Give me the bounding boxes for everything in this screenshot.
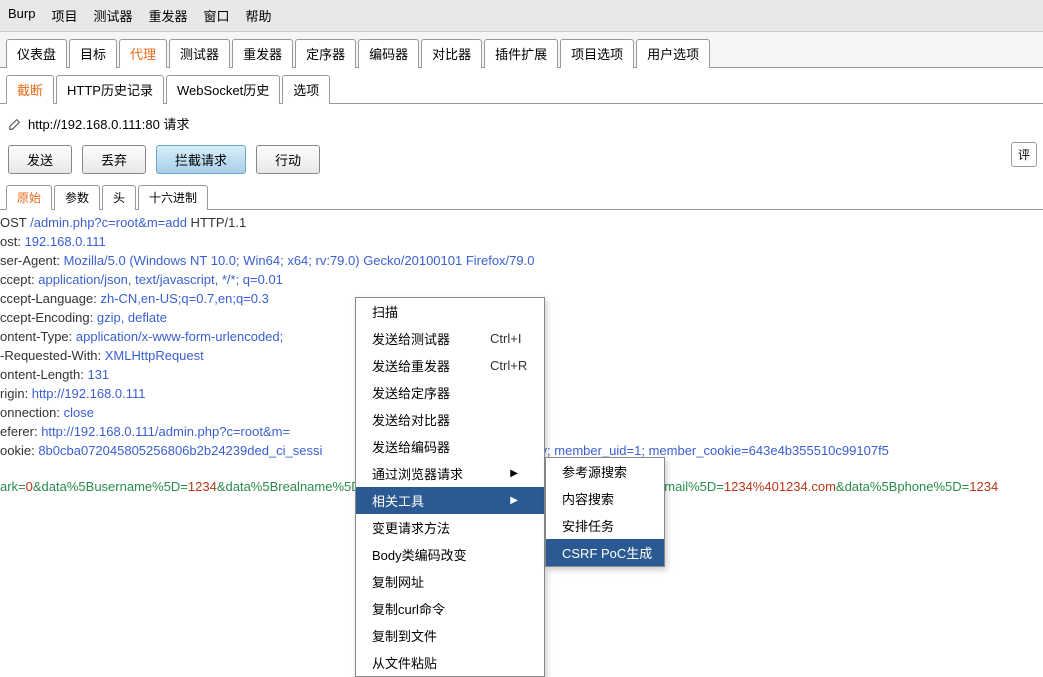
tab-repeater[interactable]: 重发器	[232, 39, 293, 68]
context-menu-item-3[interactable]: 发送给定序器	[356, 379, 544, 406]
tab-target[interactable]: 目标	[69, 39, 117, 68]
context-menu-item-7[interactable]: 相关工具▶	[356, 487, 544, 514]
context-menu-item-0[interactable]: 扫描	[356, 298, 544, 325]
forward-button[interactable]: 发送	[8, 145, 72, 174]
context-menu-item-5[interactable]: 发送给编码器	[356, 433, 544, 460]
context-menu-item-2[interactable]: 发送给重发器Ctrl+R	[356, 352, 544, 379]
viewtab-headers[interactable]: 头	[102, 185, 136, 210]
menu-intruder[interactable]: 测试器	[89, 4, 136, 27]
edit-icon[interactable]	[8, 117, 22, 131]
subtab-ws-history[interactable]: WebSocket历史	[166, 75, 280, 104]
view-tabs: 原始 参数 头 十六进制	[0, 184, 1043, 210]
context-menu-item-4[interactable]: 发送给对比器	[356, 406, 544, 433]
request-url: http://192.168.0.111:80 请求	[28, 114, 189, 133]
tab-project-options[interactable]: 项目选项	[560, 39, 634, 68]
context-menu-item-6[interactable]: 通过浏览器请求▶	[356, 460, 544, 487]
tab-user-options[interactable]: 用户选项	[636, 39, 710, 68]
context-menu-item-11[interactable]: 复制curl命令	[356, 595, 544, 622]
tab-extender[interactable]: 插件扩展	[484, 39, 558, 68]
tab-decoder[interactable]: 编码器	[358, 39, 419, 68]
context-submenu: 参考源搜索内容搜索安排任务CSRF PoC生成	[545, 457, 665, 567]
top-tabs: 仪表盘 目标 代理 测试器 重发器 定序器 编码器 对比器 插件扩展 项目选项 …	[0, 32, 1043, 68]
tab-dashboard[interactable]: 仪表盘	[6, 39, 67, 68]
tab-intruder[interactable]: 测试器	[169, 39, 230, 68]
chevron-right-icon: ▶	[510, 495, 518, 506]
context-submenu-item-0[interactable]: 参考源搜索	[546, 458, 664, 485]
viewtab-raw[interactable]: 原始	[6, 185, 52, 210]
action-row: 发送 丢弃 拦截请求 行动	[0, 141, 1043, 184]
comment-button[interactable]: 评	[1011, 142, 1037, 167]
menu-repeater[interactable]: 重发器	[145, 4, 192, 27]
context-submenu-item-3[interactable]: CSRF PoC生成	[546, 539, 664, 566]
subtab-intercept[interactable]: 截断	[6, 75, 54, 104]
chevron-right-icon: ▶	[510, 468, 518, 479]
context-submenu-item-2[interactable]: 安排任务	[546, 512, 664, 539]
menu-project[interactable]: 项目	[47, 4, 81, 27]
context-menu-item-9[interactable]: Body类编码改变	[356, 541, 544, 568]
proxy-subtabs: 截断 HTTP历史记录 WebSocket历史 选项	[0, 68, 1043, 104]
subtab-options[interactable]: 选项	[282, 75, 330, 104]
context-menu-item-12[interactable]: 复制到文件	[356, 622, 544, 649]
context-submenu-item-1[interactable]: 内容搜索	[546, 485, 664, 512]
context-menu-item-8[interactable]: 变更请求方法	[356, 514, 544, 541]
context-menu-item-10[interactable]: 复制网址	[356, 568, 544, 595]
viewtab-hex[interactable]: 十六进制	[138, 185, 208, 210]
intercept-button[interactable]: 拦截请求	[156, 145, 246, 174]
menu-burp[interactable]: Burp	[4, 4, 39, 27]
viewtab-params[interactable]: 参数	[54, 185, 100, 210]
tab-proxy[interactable]: 代理	[119, 39, 167, 68]
tab-sequencer[interactable]: 定序器	[295, 39, 356, 68]
subtab-http-history[interactable]: HTTP历史记录	[56, 75, 164, 104]
context-menu-item-1[interactable]: 发送给测试器Ctrl+I	[356, 325, 544, 352]
request-url-row: http://192.168.0.111:80 请求	[0, 104, 1043, 141]
context-menu: 扫描发送给测试器Ctrl+I发送给重发器Ctrl+R发送给定序器发送给对比器发送…	[355, 297, 545, 677]
drop-button[interactable]: 丢弃	[82, 145, 146, 174]
menu-help[interactable]: 帮助	[242, 4, 276, 27]
tab-comparer[interactable]: 对比器	[421, 39, 482, 68]
action-button[interactable]: 行动	[256, 145, 320, 174]
menu-window[interactable]: 窗口	[200, 4, 234, 27]
context-menu-item-13[interactable]: 从文件粘贴	[356, 649, 544, 676]
menubar: Burp 项目 测试器 重发器 窗口 帮助	[0, 0, 1043, 32]
